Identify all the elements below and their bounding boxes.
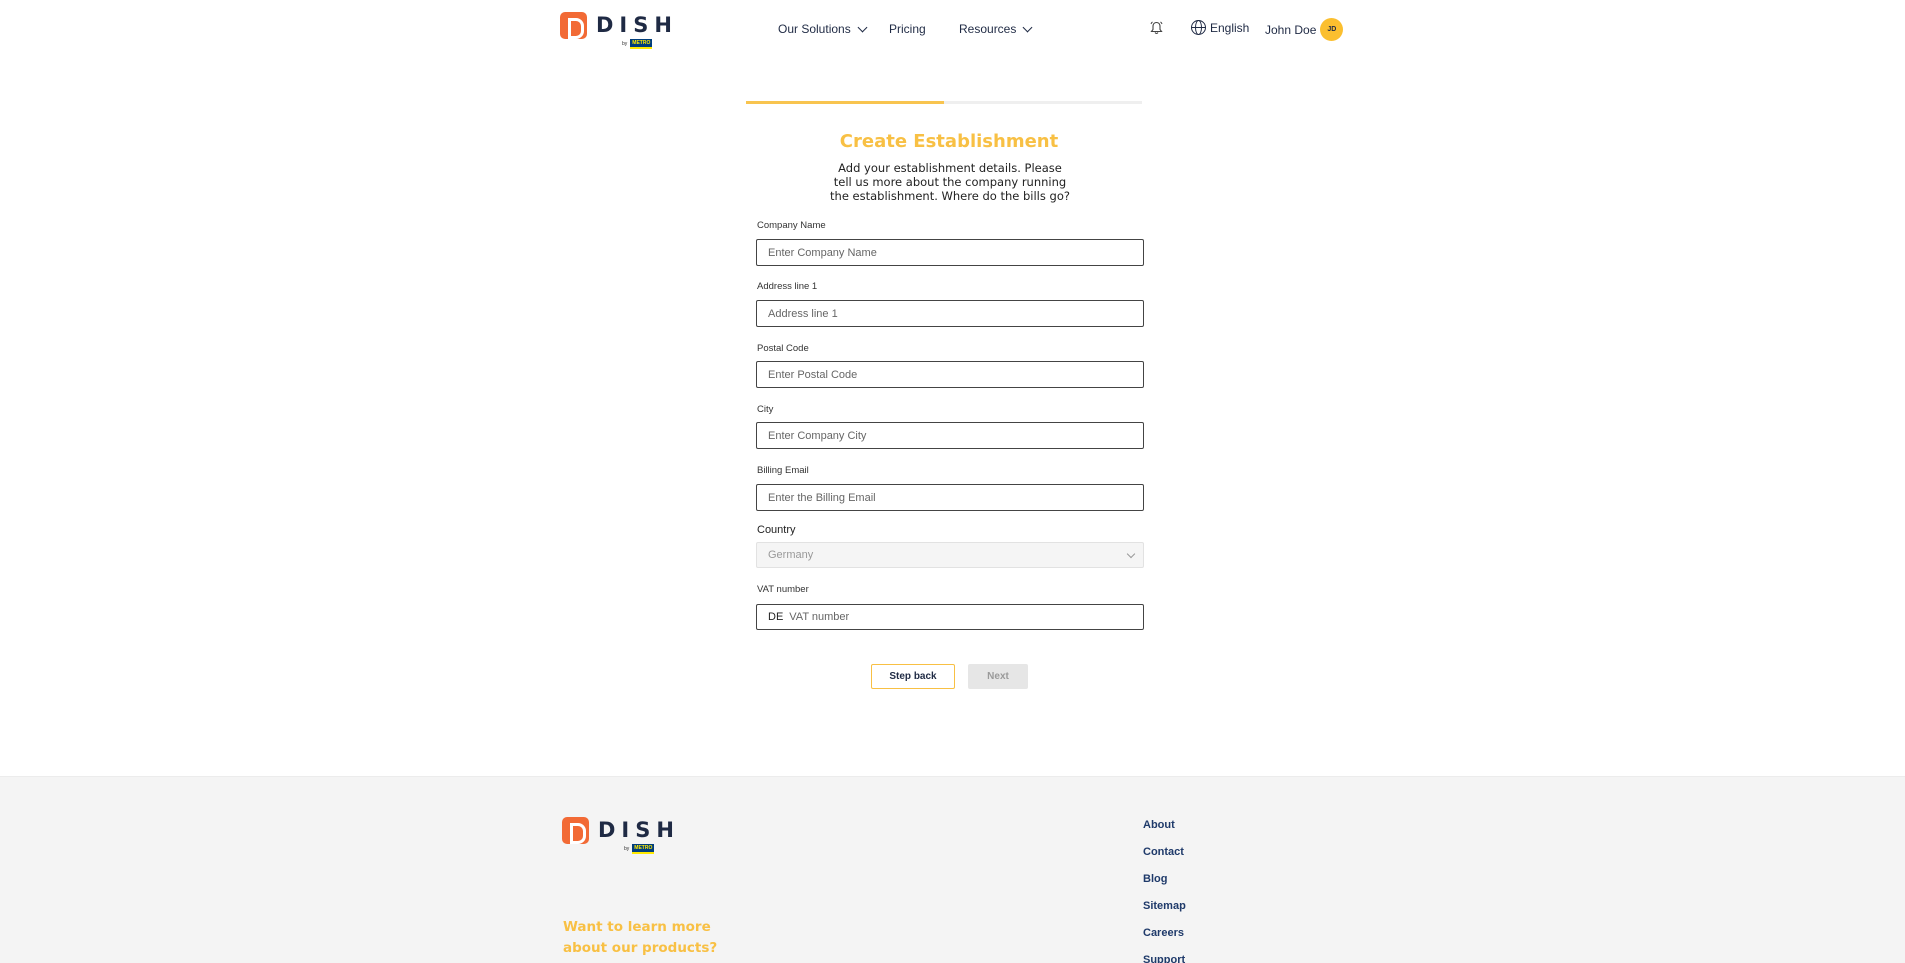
vat-number-input[interactable] [789, 611, 1110, 623]
brand-by: by [622, 41, 628, 47]
footer-brand-by: by [624, 846, 630, 852]
city-input[interactable] [756, 422, 1144, 449]
dish-logo-icon [560, 12, 587, 39]
footer-link-sitemap[interactable]: Sitemap [1143, 900, 1186, 927]
postal-code-input[interactable] [756, 361, 1144, 388]
user-menu[interactable]: John Doe JD [1265, 18, 1344, 41]
avatar: JD [1320, 18, 1344, 41]
billing-email-label: Billing Email [757, 465, 809, 476]
nav-resources[interactable]: Resources [959, 22, 1033, 36]
chevron-down-icon [857, 22, 868, 32]
dish-logo[interactable]: DISH by METRO [560, 12, 678, 49]
vat-number-label: VAT number [757, 584, 809, 595]
city-label: City [757, 404, 774, 415]
footer-link-careers[interactable]: Careers [1143, 927, 1186, 954]
footer-link-support[interactable]: Support [1143, 954, 1186, 963]
country-select[interactable]: Germany [756, 542, 1144, 568]
footer-metro-badge: METRO [632, 844, 655, 854]
language-label: English [1210, 20, 1250, 35]
address-line-1-label: Address line 1 [757, 281, 818, 292]
step-progress-fill [746, 101, 944, 104]
chevron-down-icon [1126, 549, 1136, 559]
footer-link-blog[interactable]: Blog [1143, 873, 1186, 900]
top-header: DISH by METRO Our Solutions Pricing Reso… [0, 0, 1905, 58]
nav-pricing[interactable]: Pricing [889, 22, 959, 36]
next-button[interactable]: Next [968, 664, 1028, 689]
main-nav: Our Solutions Pricing Resources [778, 22, 1033, 36]
company-name-label: Company Name [757, 220, 826, 231]
address-line-1-input[interactable] [756, 300, 1144, 327]
footer-brand-byline: by METRO [624, 844, 655, 854]
user-name: John Doe [1265, 22, 1317, 37]
footer: DISH by METRO Want to learn more about o… [0, 776, 1905, 963]
brand-name: DISH [596, 13, 678, 37]
footer-link-contact[interactable]: Contact [1143, 846, 1186, 873]
country-label: Country [757, 524, 796, 536]
dish-logo-icon [562, 817, 589, 844]
vat-country-prefix: DE [768, 611, 784, 623]
billing-email-input[interactable] [756, 484, 1144, 511]
vat-number-field[interactable]: DE [756, 604, 1144, 630]
footer-link-about[interactable]: About [1143, 819, 1186, 846]
brand-byline: by METRO [622, 39, 653, 49]
footer-links: About Contact Blog Sitemap Careers Suppo… [1143, 819, 1186, 963]
footer-cta-text: Want to learn more about our products? [563, 919, 718, 956]
country-value: Germany [768, 549, 814, 561]
nav-our-solutions[interactable]: Our Solutions [778, 22, 887, 36]
page: DISH by METRO Our Solutions Pricing Reso… [0, 0, 1905, 963]
footer-brand-name: DISH [598, 818, 680, 842]
globe-icon [1191, 20, 1206, 35]
nav-our-solutions-label: Our Solutions [778, 22, 851, 36]
nav-pricing-label: Pricing [889, 22, 926, 36]
nav-resources-label: Resources [959, 22, 1017, 36]
bell-icon[interactable] [1150, 21, 1163, 35]
company-name-input[interactable] [756, 239, 1144, 266]
language-selector[interactable]: English [1191, 20, 1249, 35]
step-back-button[interactable]: Step back [871, 664, 955, 689]
footer-dish-logo[interactable]: DISH by METRO [562, 817, 680, 854]
step-progress-bar [746, 101, 1142, 104]
page-title: Create Establishment [839, 131, 1059, 152]
page-subtitle: Add your establishment details. Please t… [830, 161, 1070, 203]
postal-code-label: Postal Code [757, 343, 809, 354]
chevron-down-icon [1022, 22, 1033, 32]
metro-badge: METRO [630, 39, 653, 49]
